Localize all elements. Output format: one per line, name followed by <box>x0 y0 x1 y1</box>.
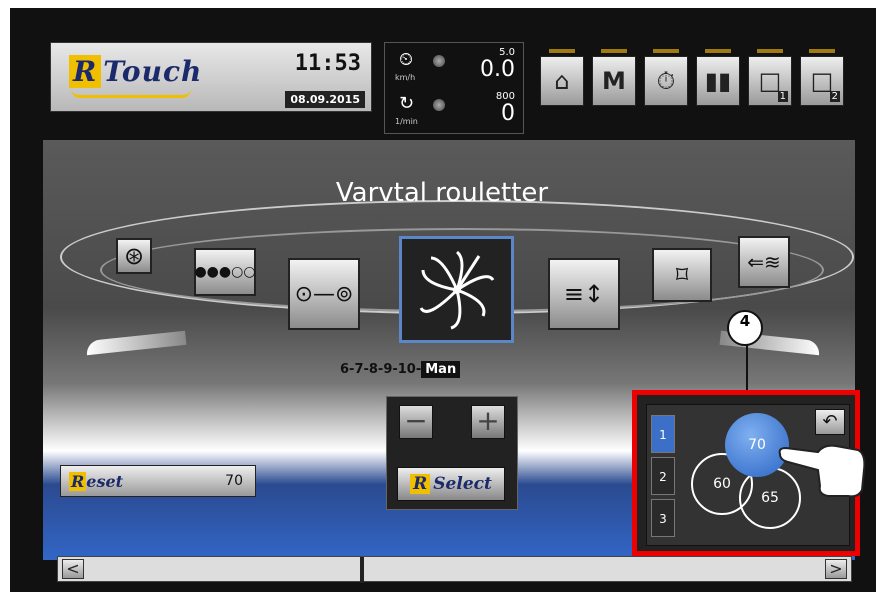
page-1-button[interactable]: □ 1 <box>748 49 792 106</box>
callout-badge: 4 <box>727 310 763 346</box>
date: 08.09.2015 <box>285 91 365 108</box>
slider-right-button[interactable]: > <box>825 559 847 579</box>
wheel-icon: ⊛ <box>123 242 145 270</box>
dots-icon: ●●●○○ <box>194 264 256 280</box>
plus-button[interactable]: + <box>471 405 505 439</box>
rpm-value: 0 <box>501 101 515 126</box>
carousel-item-wheel[interactable]: ⊛ <box>116 238 152 274</box>
home-icon: ⌂ <box>554 67 570 95</box>
sequence-values: 6-7-8-9-10- <box>340 362 422 377</box>
carousel-item-rotor-selected[interactable] <box>399 236 514 343</box>
speedometer-icon: ⏲ <box>399 49 414 70</box>
speed-unit: km/h <box>395 73 416 82</box>
pointing-hand-icon <box>778 444 866 498</box>
slider-left-button[interactable]: < <box>62 559 84 579</box>
page-2-button[interactable]: □ 2 <box>800 49 844 106</box>
nav-bar: ⌂ M ⏱ ▮▮ □ 1 □ 2 <box>534 42 856 112</box>
reset-value: 70 <box>225 473 243 489</box>
menu-m-button[interactable]: M <box>592 49 636 106</box>
tab-1[interactable]: 1 <box>651 415 675 453</box>
rpm-gauge: ↻ 1/min 800 0 <box>385 89 525 133</box>
slider-thumb[interactable] <box>360 557 364 583</box>
select-button[interactable]: R Select <box>397 467 505 501</box>
carousel-item-height[interactable]: ≡↕ <box>548 258 620 330</box>
carousel-item-pressure[interactable]: ⇐≋ <box>738 236 790 288</box>
bale-icon: ⌑ <box>675 261 689 289</box>
carousel-item-dots[interactable]: ●●●○○ <box>194 248 256 296</box>
undo-icon: ↶ <box>822 411 838 432</box>
reset-button[interactable]: Reset 70 <box>60 465 256 497</box>
speed-indicator-dot <box>433 55 445 67</box>
clock: 11:53 <box>294 51 361 76</box>
callout-line <box>746 340 748 392</box>
undo-button[interactable]: ↶ <box>815 409 845 435</box>
carousel-item-belt[interactable]: ⊙—⊚ <box>288 258 360 330</box>
adjust-box: − + R Select <box>386 396 518 510</box>
minus-button[interactable]: − <box>399 405 433 439</box>
belt-drive-icon: ⊙—⊚ <box>294 281 354 307</box>
home-button[interactable]: ⌂ <box>540 49 584 106</box>
logo-box: R Touch 11:53 08.09.2015 <box>50 42 372 112</box>
sequence-selected: Man <box>421 361 461 378</box>
r-touch-logo: R Touch <box>69 55 202 88</box>
rotation-icon: ↻ <box>399 93 415 114</box>
tab-2[interactable]: 2 <box>651 457 675 495</box>
speed-sequence: 6-7-8-9-10- Man <box>340 361 461 378</box>
logo-swoosh <box>71 89 191 98</box>
m-icon: M <box>602 67 626 95</box>
speed-value: 0.0 <box>480 57 515 82</box>
pressure-icon: ⇐≋ <box>747 250 781 274</box>
stopwatch-icon: ⏱ <box>656 67 676 95</box>
tab-3[interactable]: 3 <box>651 499 675 537</box>
gauge-box: ⏲ km/h 5.0 0.0 ↻ 1/min 800 0 <box>384 42 524 134</box>
rpm-unit: 1/min <box>395 117 418 126</box>
reset-label: Reset <box>69 472 124 491</box>
stopwatch-button[interactable]: ⏱ <box>644 49 688 106</box>
speed-gauge: ⏲ km/h 5.0 0.0 <box>385 45 525 89</box>
rotor-icon <box>419 250 494 329</box>
rpm-indicator-dot <box>433 99 445 111</box>
height-adjust-icon: ≡↕ <box>563 280 605 308</box>
statistics-button[interactable]: ▮▮ <box>696 49 740 106</box>
carousel-item-bale[interactable]: ⌑ <box>652 248 712 302</box>
bar-chart-icon: ▮▮ <box>704 67 732 95</box>
page-title: Varvtal rouletter <box>335 178 549 208</box>
scroll-slider[interactable]: < > <box>57 556 852 583</box>
